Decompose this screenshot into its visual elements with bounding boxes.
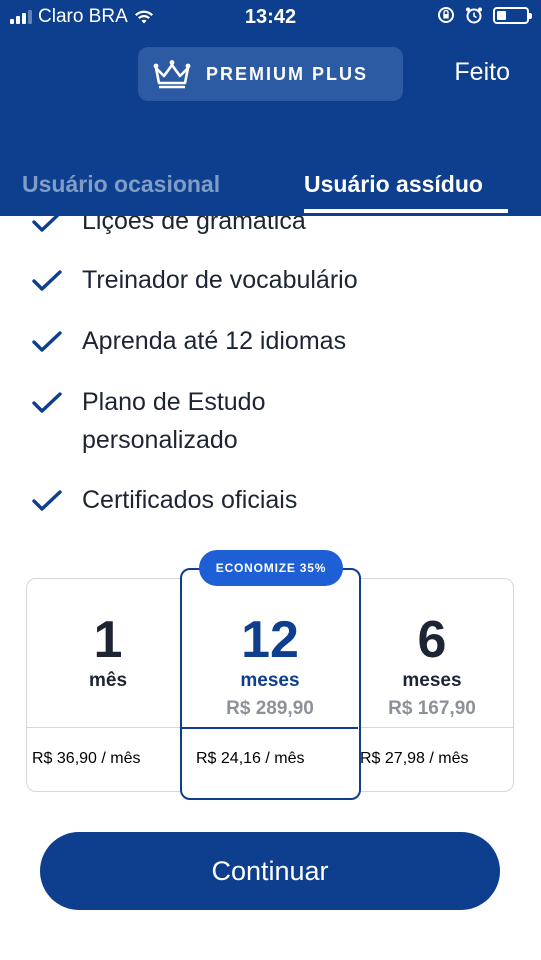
plan-duration-number: 12	[241, 611, 299, 669]
feature-label: Aprenda até 12 idiomas	[82, 327, 347, 355]
tab-frequent-user[interactable]: Usuário assíduo	[304, 171, 483, 198]
status-bar: Claro BRA 13:42	[0, 0, 541, 36]
active-tab-indicator	[304, 209, 508, 213]
tab-occasional-user[interactable]: Usuário ocasional	[22, 171, 220, 198]
plan-duration-unit: meses	[402, 670, 462, 691]
premium-plus-badge: PREMIUM PLUS	[138, 47, 403, 101]
feature-label: Lições de gramática	[82, 216, 306, 235]
alarm-icon	[466, 7, 482, 24]
plan-option-1-month[interactable]: 1 mês	[28, 612, 188, 692]
check-icon	[32, 331, 62, 352]
plan-duration-number: 6	[417, 611, 447, 669]
check-icon	[32, 490, 62, 511]
continue-button[interactable]: Continuar	[40, 832, 500, 910]
plan-monthly-price: R$ 36,90 / mês	[32, 750, 141, 767]
plan-option-6-months[interactable]: 6 meses R$ 167,90	[352, 612, 512, 720]
plan-duration-unit: meses	[240, 670, 300, 691]
feature-label: Certificados oficiais	[82, 486, 298, 514]
plan-total-price: R$ 167,90	[388, 698, 476, 719]
plan-monthly-price: R$ 27,98 / mês	[360, 750, 469, 767]
crown-icon	[153, 60, 191, 89]
status-right	[437, 6, 532, 24]
battery-icon	[493, 6, 532, 24]
check-icon	[32, 216, 60, 232]
feature-label: Plano de Estudo	[82, 388, 266, 416]
rotation-lock-icon	[438, 7, 454, 23]
plan-monthly-price: R$ 24,16 / mês	[196, 750, 305, 767]
done-button[interactable]: Feito	[454, 58, 510, 87]
header: Claro BRA 13:42 PREMIUM PLUS Feito Usuár…	[0, 0, 541, 216]
plan-12-content: 12 meses R$ 289,90	[182, 612, 358, 720]
plan-total-price: R$ 289,90	[226, 698, 314, 719]
plan-12-divider	[182, 727, 358, 729]
premium-plus-label: PREMIUM PLUS	[206, 63, 369, 84]
savings-badge: ECONOMIZE 35%	[199, 550, 343, 586]
feature-list: Lições de gramática Treinador de vocabul…	[0, 216, 541, 546]
feature-label-line2: personalizado	[82, 426, 238, 454]
feature-label: Treinador de vocabulário	[82, 266, 358, 294]
plan-duration-number: 1	[93, 611, 123, 669]
check-icon	[32, 270, 62, 291]
plan-duration-unit: mês	[88, 670, 128, 691]
check-icon	[32, 392, 62, 413]
